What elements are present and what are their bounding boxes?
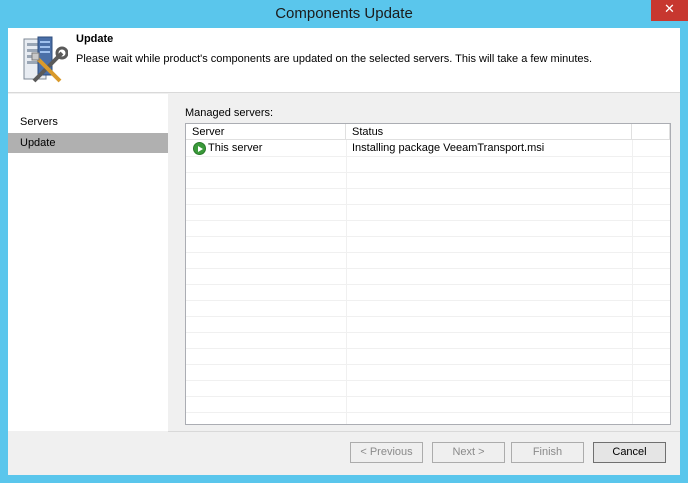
row-divider [186,156,670,157]
column-divider [632,140,633,424]
row-divider [186,236,670,237]
dialog-window: Components Update ✕ Update Please wait w… [0,0,688,483]
row-divider [186,300,670,301]
row-divider [186,380,670,381]
column-divider [346,140,347,424]
managed-servers-label: Managed servers: [185,107,274,119]
page-description: Please wait while product's components a… [76,53,593,65]
dialog-client-area: Update Please wait while product's compo… [8,28,680,475]
title-bar[interactable]: Components Update ✕ [0,0,688,28]
row-divider [186,396,670,397]
finish-button[interactable]: Finish [511,442,584,463]
page-title: Update [76,33,114,45]
row-divider [186,316,670,317]
previous-button[interactable]: < Previous [350,442,423,463]
row-divider [186,188,670,189]
sidebar-item-update[interactable]: Update [8,133,168,153]
server-tools-icon [23,36,68,83]
row-divider [186,172,670,173]
row-divider [186,412,670,413]
row-divider [186,348,670,349]
next-button[interactable]: Next > [432,442,505,463]
row-divider [186,268,670,269]
column-header-status[interactable]: Status [346,124,632,140]
row-divider [186,204,670,205]
footer-divider [168,431,680,432]
row-divider [186,252,670,253]
row-divider [186,364,670,365]
column-header-server[interactable]: Server [186,124,346,140]
row-divider [186,332,670,333]
cancel-button[interactable]: Cancel [593,442,666,463]
sidebar-item-servers[interactable]: Servers [8,112,168,132]
row-divider [186,284,670,285]
wizard-header: Update Please wait while product's compo… [8,28,680,93]
row-divider [186,220,670,221]
servers-list[interactable]: Server Status This server Installing pac… [185,123,671,425]
status-cell: Installing package VeeamTransport.msi [352,142,545,154]
wizard-steps-sidebar: Servers Update [8,94,168,431]
server-name-cell: This server [208,142,263,154]
window-title: Components Update [275,5,413,22]
close-button[interactable]: ✕ [651,0,688,21]
play-icon [193,142,206,155]
column-header-filler [632,124,670,140]
